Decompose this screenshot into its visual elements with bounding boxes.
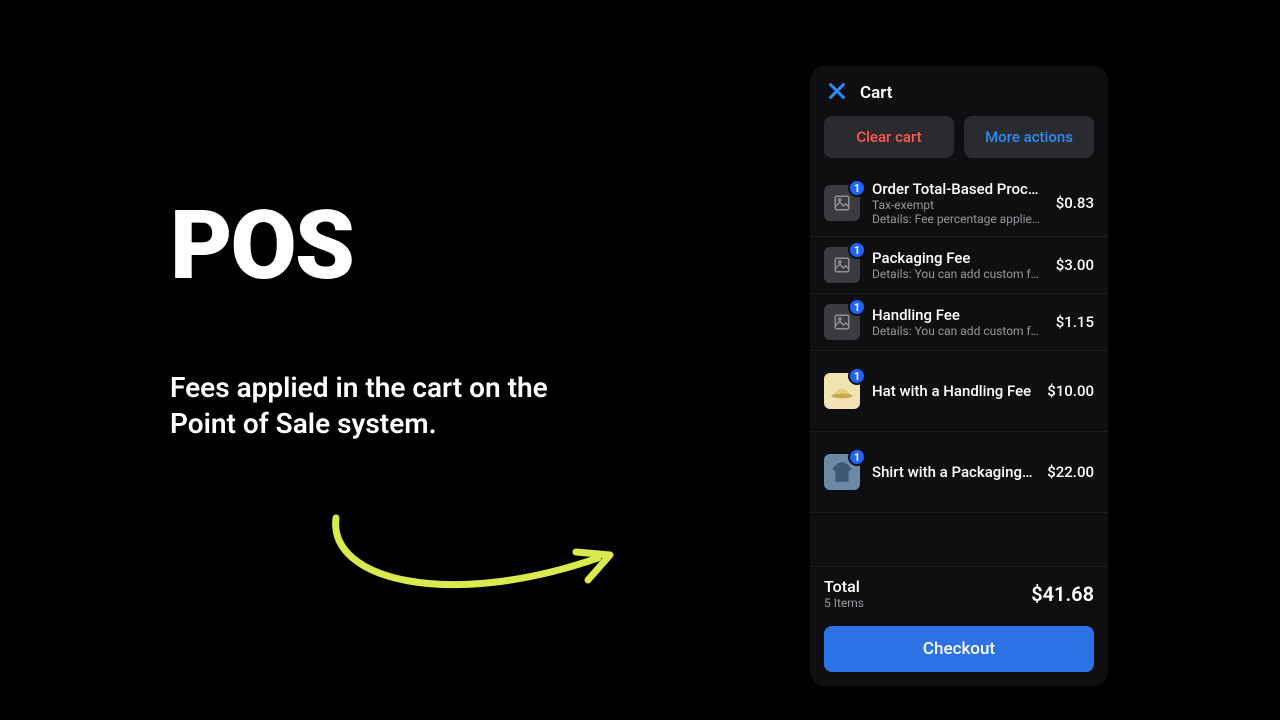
item-text: Handling Fee Details: You can add custom… <box>872 306 1044 338</box>
qty-badge: 1 <box>848 298 866 316</box>
pos-cart-panel: Cart Clear cart More actions 1 Order Tot… <box>810 66 1108 686</box>
item-thumbnail: 1 <box>824 304 860 340</box>
cart-actions: Clear cart More actions <box>810 116 1108 170</box>
page-subtitle: Fees applied in the cart on the Point of… <box>170 370 590 443</box>
image-placeholder-icon <box>833 256 851 274</box>
item-text: Order Total-Based Proces… Tax-exempt Det… <box>872 180 1044 226</box>
item-subtext: Details: You can add custom fee… <box>872 324 1044 338</box>
item-thumbnail: 1 <box>824 373 860 409</box>
clear-cart-button[interactable]: Clear cart <box>824 116 954 158</box>
total-label: Total <box>824 577 864 596</box>
item-count-label: 5 Items <box>824 596 864 610</box>
item-subtext: Details: You can add custom fe… <box>872 267 1044 281</box>
item-text: Shirt with a Packaging Fee <box>872 463 1035 481</box>
cart-row[interactable]: 1 Packaging Fee Details: You can add cus… <box>810 237 1108 294</box>
item-thumbnail: 1 <box>824 247 860 283</box>
item-text: Hat with a Handling Fee <box>872 382 1035 400</box>
cart-row[interactable]: 1 Hat with a Handling Fee $10.00 <box>810 351 1108 432</box>
more-actions-button[interactable]: More actions <box>964 116 1094 158</box>
item-price: $1.15 <box>1056 313 1094 331</box>
cart-totals: Total 5 Items $41.68 <box>810 566 1108 616</box>
checkout-button[interactable]: Checkout <box>824 626 1094 672</box>
image-placeholder-icon <box>833 313 851 331</box>
item-price: $0.83 <box>1056 194 1094 212</box>
cart-row[interactable]: 1 Shirt with a Packaging Fee $22.00 <box>810 432 1108 513</box>
item-title: Handling Fee <box>872 306 1044 324</box>
item-title: Hat with a Handling Fee <box>872 382 1035 400</box>
cart-rows: 1 Order Total-Based Proces… Tax-exempt D… <box>810 170 1108 566</box>
item-title: Shirt with a Packaging Fee <box>872 463 1035 481</box>
image-placeholder-icon <box>833 194 851 212</box>
cart-row[interactable]: 1 Handling Fee Details: You can add cust… <box>810 294 1108 351</box>
item-title: Order Total-Based Proces… <box>872 180 1044 198</box>
close-icon[interactable] <box>826 80 848 106</box>
qty-badge: 1 <box>848 367 866 385</box>
cart-title: Cart <box>860 83 893 103</box>
item-price: $10.00 <box>1047 382 1094 400</box>
item-subtext: Details: Fee percentage applies… <box>872 212 1044 226</box>
arrow-icon <box>318 500 628 620</box>
item-thumbnail: 1 <box>824 185 860 221</box>
cart-row[interactable]: 1 Order Total-Based Proces… Tax-exempt D… <box>810 170 1108 237</box>
item-subtext: Tax-exempt <box>872 198 1044 212</box>
item-price: $22.00 <box>1047 463 1094 481</box>
cart-header: Cart <box>810 66 1108 116</box>
qty-badge: 1 <box>848 448 866 466</box>
qty-badge: 1 <box>848 179 866 197</box>
item-thumbnail: 1 <box>824 454 860 490</box>
item-text: Packaging Fee Details: You can add custo… <box>872 249 1044 281</box>
page-title: POS <box>170 190 353 302</box>
item-price: $3.00 <box>1056 256 1094 274</box>
qty-badge: 1 <box>848 241 866 259</box>
item-title: Packaging Fee <box>872 249 1044 267</box>
total-amount: $41.68 <box>1031 582 1094 606</box>
